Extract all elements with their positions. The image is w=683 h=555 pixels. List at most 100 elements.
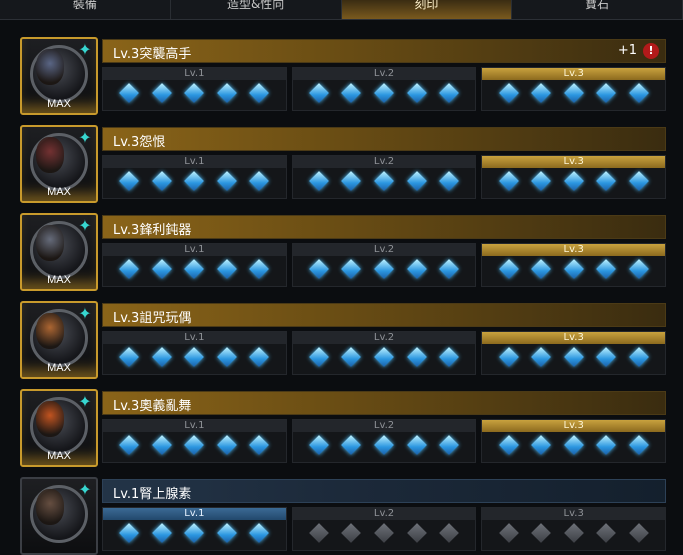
gem-icon (249, 83, 270, 103)
tab-equipment[interactable]: 裝備 (0, 0, 171, 19)
gem-row (482, 432, 665, 455)
gem-icon (341, 347, 362, 367)
engraving-icon (36, 225, 64, 261)
engraving-card[interactable]: ✦ MAX Lv.3鋒利鈍器 Lv.1 Lv.2 Lv.3 (20, 213, 667, 291)
gem-icon (309, 435, 329, 455)
gem-icon (216, 171, 237, 191)
engraving-card[interactable]: ✦ MAX Lv.3突襲高手 +1! Lv.1 Lv.2 Lv.3 (20, 37, 667, 115)
tab-engraving[interactable]: 刻印 (341, 0, 513, 19)
level-segment: Lv.2 (291, 331, 477, 375)
gem-row (103, 432, 286, 455)
level-label: Lv.3 (482, 508, 666, 520)
engraving-portrait[interactable]: ✦ (20, 477, 98, 555)
level-track: Lv.1 Lv.2 Lv.3 (102, 419, 667, 463)
tab-appearance[interactable]: 造型&性向 (171, 0, 342, 19)
gem-icon (596, 347, 617, 367)
gem-icon (531, 435, 552, 455)
gem-icon (249, 435, 270, 455)
gem-icon (531, 83, 552, 103)
gem-icon (151, 171, 172, 191)
gem-icon (406, 259, 427, 279)
gem-icon (151, 259, 172, 279)
level-segment: Lv.1 (102, 155, 287, 199)
tab-bar: 裝備 造型&性向 刻印 寶石 (0, 0, 683, 20)
gem-icon (531, 171, 552, 191)
max-label: MAX (47, 274, 71, 286)
level-label: Lv.3 (482, 244, 666, 256)
gem-icon (563, 259, 584, 279)
engraving-header: Lv.3突襲高手 +1! (102, 39, 666, 63)
engraving-icon (36, 137, 64, 173)
gem-icon (406, 347, 427, 367)
level-label: Lv.3 (482, 332, 666, 344)
gem-icon (374, 435, 394, 455)
gem-icon (596, 83, 617, 103)
level-segment: Lv.3 (481, 67, 667, 111)
level-track: Lv.1 Lv.2 Lv.3 (102, 155, 667, 199)
gem-icon (563, 347, 584, 367)
gem-icon (596, 171, 617, 191)
compass-icon: ✦ (78, 216, 92, 235)
gem-icon (439, 435, 459, 455)
engraving-portrait[interactable]: ✦ MAX (20, 125, 98, 203)
level-segment: Lv.1 (102, 331, 287, 375)
level-label: Lv.1 (103, 420, 286, 432)
level-segment: Lv.2 (291, 67, 477, 111)
gem-icon (249, 259, 270, 279)
gem-row (482, 168, 665, 191)
level-segment: Lv.1 (102, 507, 287, 551)
tab-gems[interactable]: 寶石 (512, 0, 683, 19)
gem-row (293, 80, 476, 103)
engraving-icon (36, 49, 64, 85)
engraving-portrait[interactable]: ✦ MAX (20, 301, 98, 379)
gem-icon (184, 171, 205, 191)
gem-icon (151, 435, 172, 455)
engraving-portrait[interactable]: ✦ MAX (20, 389, 98, 467)
engraving-portrait[interactable]: ✦ MAX (20, 213, 98, 291)
gem-icon (531, 259, 552, 279)
gem-icon (216, 435, 237, 455)
level-label: Lv.1 (103, 244, 286, 256)
level-label: Lv.2 (292, 244, 476, 256)
gem-icon (498, 259, 519, 279)
gem-icon (563, 435, 584, 455)
engraving-title: Lv.3奧義亂舞 (113, 399, 192, 414)
gem-icon (119, 259, 140, 279)
level-label: Lv.3 (482, 156, 666, 168)
gem-row (103, 80, 286, 103)
gem-row (482, 80, 665, 103)
level-segment: Lv.3 (481, 419, 667, 463)
gem-icon (184, 259, 205, 279)
level-label: Lv.1 (103, 508, 286, 520)
gem-icon (341, 83, 362, 103)
level-segment: Lv.1 (102, 243, 287, 287)
engraving-portrait[interactable]: ✦ MAX (20, 37, 98, 115)
engraving-card[interactable]: ✦ MAX Lv.3詛咒玩偶 Lv.1 Lv.2 Lv.3 (20, 301, 667, 379)
engraving-title: Lv.3鋒利鈍器 (113, 223, 192, 238)
gem-icon (628, 435, 649, 455)
gem-icon (119, 347, 140, 367)
gem-row (103, 168, 286, 191)
level-track: Lv.1 Lv.2 Lv.3 (102, 507, 667, 551)
max-label: MAX (47, 186, 71, 198)
level-label: Lv.1 (103, 332, 286, 344)
alert-icon[interactable]: ! (643, 43, 659, 59)
gem-row (103, 256, 286, 279)
gem-row (103, 344, 286, 367)
gem-icon (184, 347, 205, 367)
gem-row (482, 344, 665, 367)
level-label: Lv.3 (482, 68, 666, 80)
engraving-title: Lv.3怨恨 (113, 135, 166, 150)
level-segment: Lv.3 (481, 243, 667, 287)
gem-icon (563, 83, 584, 103)
engraving-card[interactable]: ✦ Lv.1腎上腺素 Lv.1 Lv.2 Lv.3 (20, 477, 667, 555)
max-label: MAX (47, 450, 71, 462)
engraving-card[interactable]: ✦ MAX Lv.3奧義亂舞 Lv.1 Lv.2 Lv.3 (20, 389, 667, 467)
gem-icon (563, 171, 584, 191)
gem-icon (309, 259, 329, 279)
gem-row (482, 256, 665, 279)
gem-row (293, 168, 476, 191)
max-label: MAX (47, 98, 71, 110)
gem-icon (439, 259, 459, 279)
engraving-card[interactable]: ✦ MAX Lv.3怨恨 Lv.1 Lv.2 Lv.3 (20, 125, 667, 203)
